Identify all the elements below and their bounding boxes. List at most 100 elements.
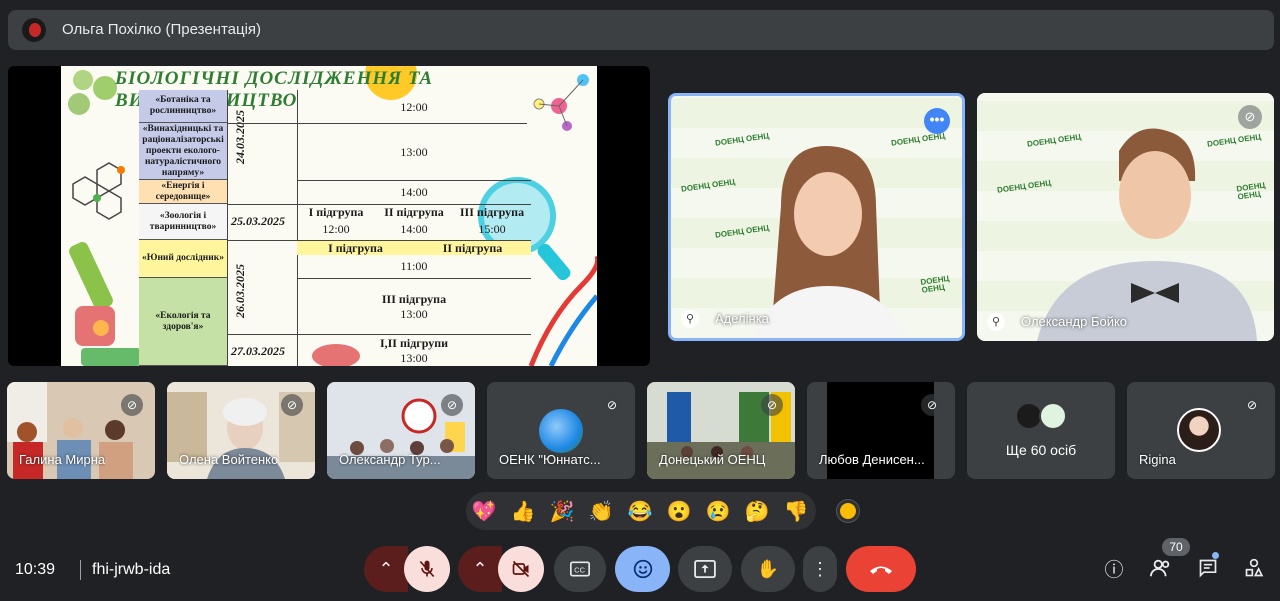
- svg-text:CC: CC: [574, 565, 585, 574]
- participant-tile[interactable]: ⊘ ОЕНК "Юннатс...: [487, 382, 635, 479]
- hangup-icon: [870, 566, 892, 574]
- mic-off-icon: ⊘: [601, 394, 623, 416]
- slide-date: 24.03.2025: [233, 110, 247, 164]
- reaction-party-popper[interactable]: 🎉: [549, 499, 575, 524]
- chevron-up-icon: ⌃: [472, 558, 488, 579]
- slide-grid-line: [227, 334, 531, 335]
- reaction-skin-tone-button[interactable]: [837, 500, 859, 522]
- participant-name: ОЕНК "Юннатс...: [499, 452, 601, 467]
- microphone-toggle-button[interactable]: [404, 546, 450, 592]
- slide-time: 12:00: [400, 100, 428, 114]
- emoji-reactions-button[interactable]: [615, 546, 670, 592]
- more-participants-tile[interactable]: Ще 60 осіб: [967, 382, 1115, 479]
- reaction-clapping[interactable]: 👏: [588, 499, 614, 524]
- mic-off-icon: ⊘: [1241, 394, 1263, 416]
- raise-hand-button[interactable]: ✋: [741, 546, 795, 592]
- pin-icon[interactable]: ⚲: [987, 313, 1005, 331]
- mic-off-icon: [419, 560, 435, 578]
- activities-button[interactable]: [1241, 558, 1267, 584]
- slide-subgroup: II підгрупа: [414, 241, 531, 255]
- more-options-button[interactable]: ⋮: [803, 546, 837, 592]
- participant-tile[interactable]: ⊘ Донецький ОЕНЦ: [647, 382, 795, 479]
- slide-category: «Винахідницькі та раціоналізаторські про…: [139, 123, 227, 180]
- present-now-button[interactable]: [678, 546, 732, 592]
- mic-off-icon: ⊘: [761, 394, 783, 416]
- pin-icon[interactable]: ⚲: [681, 310, 699, 328]
- mic-off-icon: ⊘: [121, 394, 143, 416]
- presenter-avatar: [22, 18, 46, 42]
- video-options-button[interactable]: ⌃: [458, 546, 502, 592]
- reaction-thumbs-down[interactable]: 👎: [783, 499, 809, 524]
- participant-name: Галина Мирна: [19, 452, 106, 467]
- slide-grid-line: [297, 278, 531, 279]
- slide-time: 14:00: [400, 185, 428, 199]
- slide-subgroup: III підгрупа: [459, 205, 525, 219]
- participant-tile[interactable]: ⊘ Галина Мирна: [7, 382, 155, 479]
- slide-time: 12:00: [322, 222, 350, 236]
- emoji-icon: [633, 559, 652, 579]
- participant-tile[interactable]: ⊘ Олександр Тур...: [327, 382, 475, 479]
- slide-subgroup: II підгрупа: [384, 205, 444, 219]
- slide-category: «Енергія і середовище»: [139, 180, 227, 204]
- more-options-icon[interactable]: •••: [924, 108, 950, 134]
- slide-time: 13:00: [400, 351, 428, 365]
- participant-tile[interactable]: ⊘ Любов Денисен...: [807, 382, 955, 479]
- more-participants-label: Ще 60 осіб: [1005, 442, 1077, 458]
- mic-off-icon: ⊘: [1238, 105, 1262, 129]
- avatar: [1177, 408, 1221, 452]
- present-screen-icon: [694, 560, 716, 578]
- captions-icon: CC: [570, 561, 590, 577]
- participant-name: Любов Денисен...: [819, 452, 925, 467]
- people-icon: [1150, 559, 1170, 577]
- leave-call-button[interactable]: [846, 546, 916, 592]
- participant-name: Rigina: [1139, 452, 1176, 467]
- reaction-bar: 💖 👍 🎉 👏 😂 😮 😢 🤔 👎: [466, 492, 816, 530]
- reaction-sad[interactable]: 😢: [705, 499, 731, 524]
- slide-subgroup: III підгрупа: [381, 292, 447, 306]
- slide-date: 26.03.2025: [233, 264, 247, 318]
- participant-name: Олександр Тур...: [339, 452, 441, 467]
- slide-category: «Зоологія і тваринництво»: [139, 204, 227, 240]
- participant-tile[interactable]: ⊘ Олена Войтенко: [167, 382, 315, 479]
- participant-name: Донецький ОЕНЦ: [659, 452, 766, 467]
- participant-tile[interactable]: ⊘ Rigina: [1127, 382, 1275, 479]
- meeting-clock: 10:39: [15, 561, 56, 578]
- participant-tile-featured[interactable]: DOEHЦ ОЕНЦ DOEHЦ ОЕНЦ DOEHЦ ОЕНЦ DOEHЦ О…: [668, 93, 965, 341]
- camera-toggle-button[interactable]: [498, 546, 544, 592]
- audio-options-button[interactable]: ⌃: [364, 546, 408, 592]
- slide-subgroup: I підгрупа: [308, 205, 364, 219]
- reaction-surprised[interactable]: 😮: [666, 499, 692, 524]
- avatar: [1039, 402, 1067, 430]
- participant-name: Аделінка: [715, 311, 769, 326]
- presenter-title: Ольга Похілко (Презентація): [62, 21, 262, 38]
- people-button[interactable]: [1148, 558, 1174, 584]
- more-vert-icon: ⋮: [811, 558, 829, 579]
- reaction-thumbs-up[interactable]: 👍: [510, 499, 536, 524]
- reaction-sparkling-heart[interactable]: 💖: [471, 499, 497, 524]
- meeting-details-button[interactable]: ⓘ: [1101, 558, 1127, 584]
- slide-time: 13:00: [400, 307, 428, 321]
- presentation-stage[interactable]: БІОЛОГІЧНІ ДОСЛІДЖЕННЯ ТА ВИНАХІДНИЦТВО …: [8, 66, 650, 366]
- chat-icon: [1199, 559, 1217, 578]
- slide-subgroup: I,II підгрупи: [379, 336, 449, 350]
- slide-category: «Юний дослідник»: [139, 240, 227, 278]
- captions-button[interactable]: CC: [554, 546, 606, 592]
- chat-notification-dot: [1212, 552, 1219, 559]
- meeting-code: fhi-jrwb-ida: [92, 561, 171, 578]
- slide-subgroup: I підгрупа: [297, 241, 414, 255]
- reaction-thinking[interactable]: 🤔: [744, 499, 770, 524]
- participants-count-badge: 70: [1162, 538, 1190, 556]
- participant-tile[interactable]: DOEHЦ ОЕНЦ DOEHЦ ОЕНЦ DOEHЦ ОЕНЦ DOEHЦ О…: [977, 93, 1274, 341]
- chat-button[interactable]: [1195, 558, 1221, 584]
- participant-video: [1037, 128, 1257, 341]
- chevron-up-icon: ⌃: [378, 558, 394, 579]
- avatar: [539, 409, 583, 453]
- separator: [80, 560, 81, 580]
- reaction-laughing[interactable]: 😂: [627, 499, 653, 524]
- slide-category: «Ботаніка та рослинництво»: [139, 90, 227, 123]
- slide-date: 27.03.2025: [231, 344, 285, 358]
- mic-off-icon: ⊘: [441, 394, 463, 416]
- presentation-slide: БІОЛОГІЧНІ ДОСЛІДЖЕННЯ ТА ВИНАХІДНИЦТВО …: [61, 66, 597, 366]
- participant-name: Олена Войтенко: [179, 452, 279, 467]
- camera-off-icon: [512, 560, 530, 578]
